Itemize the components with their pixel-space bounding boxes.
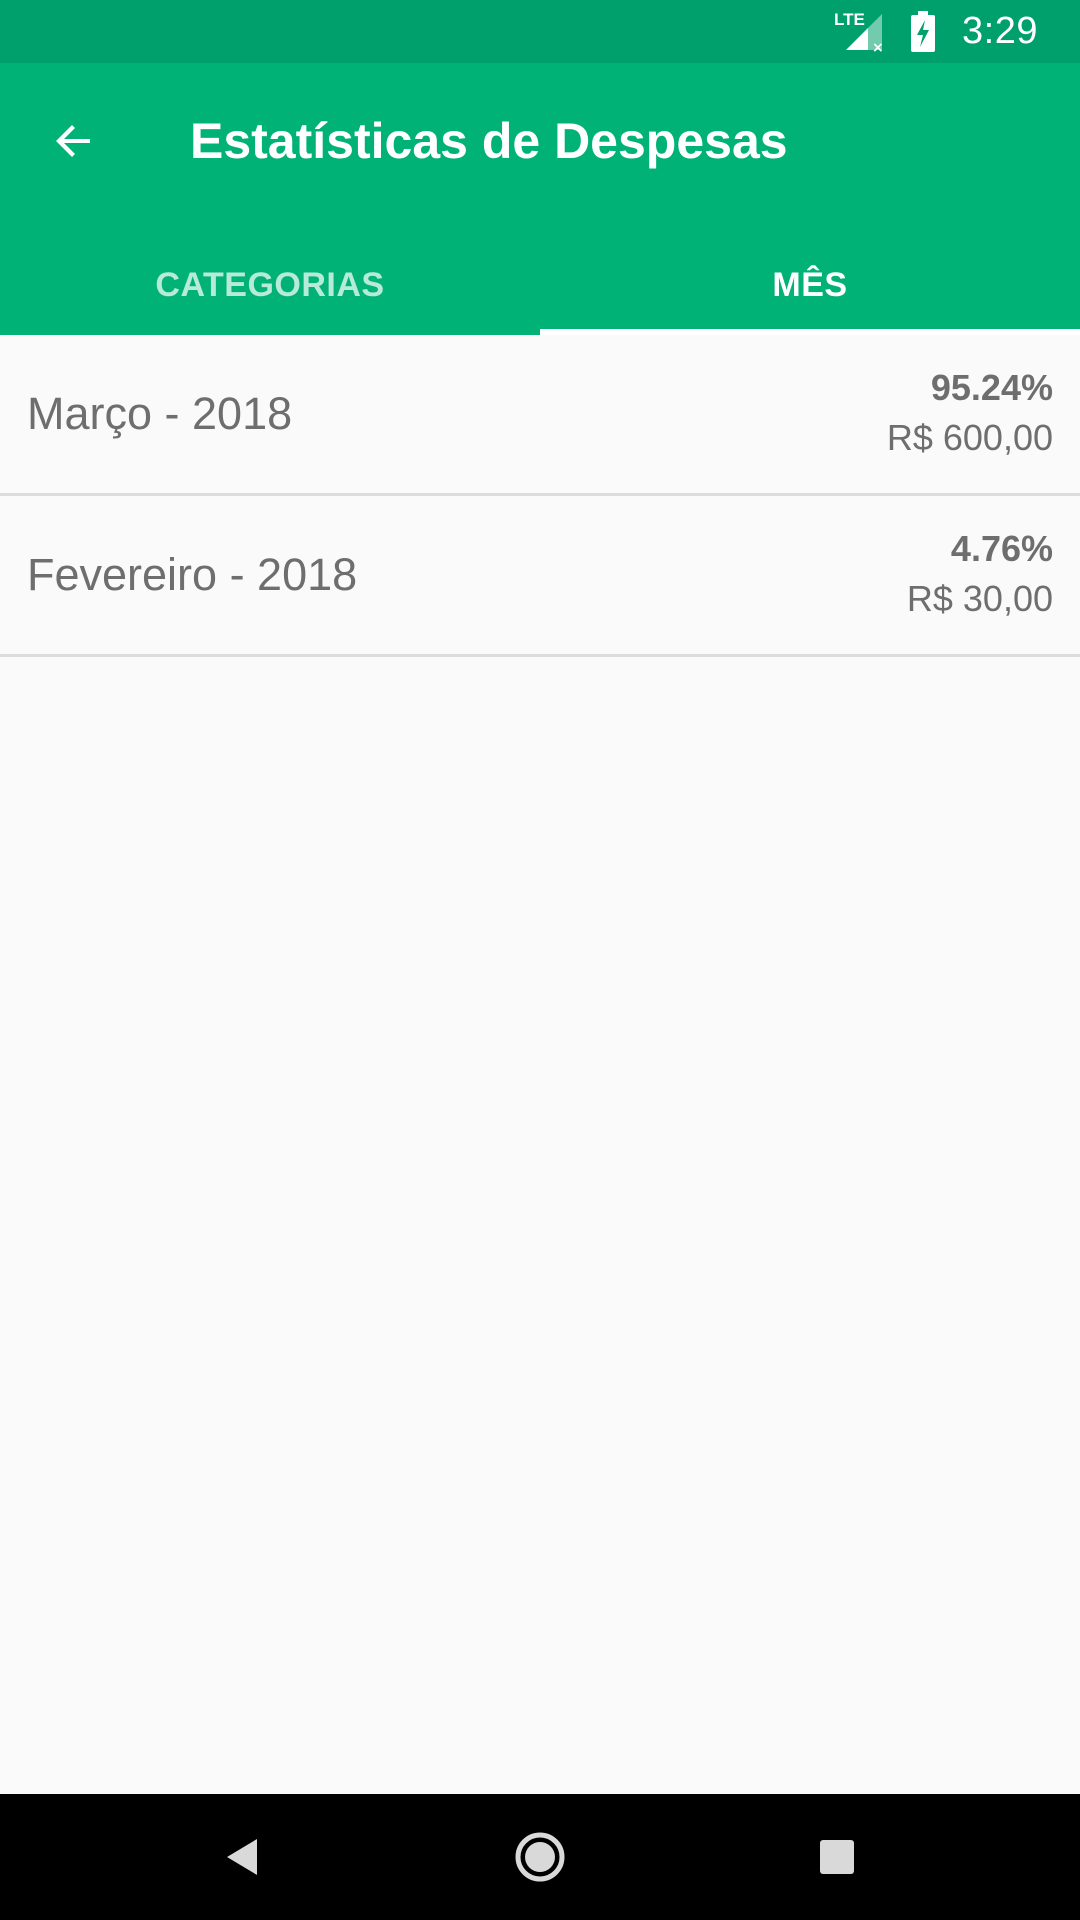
nav-home-button[interactable] bbox=[507, 1824, 573, 1890]
signal-icon: LTE × bbox=[834, 9, 884, 56]
arrow-back-icon bbox=[56, 125, 90, 157]
item-month-label: Fevereiro - 2018 bbox=[27, 549, 358, 600]
list-item[interactable]: Fevereiro - 2018 4.76% R$ 30,00 bbox=[0, 496, 1080, 657]
list-item[interactable]: Março - 2018 95.24% R$ 600,00 bbox=[0, 335, 1080, 496]
page-title: Estatísticas de Despesas bbox=[190, 113, 788, 169]
item-values: 95.24% R$ 600,00 bbox=[887, 364, 1053, 464]
recents-square-icon bbox=[820, 1840, 854, 1874]
nav-back-button[interactable] bbox=[208, 1824, 274, 1890]
home-circle-icon bbox=[515, 1832, 565, 1882]
nav-recents-button[interactable] bbox=[804, 1824, 870, 1890]
tab-mes[interactable]: MÊS bbox=[540, 235, 1080, 335]
item-month-label: Março - 2018 bbox=[27, 388, 293, 439]
navigation-bar bbox=[0, 1794, 1080, 1920]
app-bar: Estatísticas de Despesas CATEGORIAS MÊS bbox=[0, 63, 1080, 335]
tab-categorias[interactable]: CATEGORIAS bbox=[0, 235, 540, 335]
network-type-label: LTE bbox=[834, 9, 865, 29]
status-bar: LTE × 3:29 bbox=[0, 0, 1080, 63]
back-button[interactable] bbox=[40, 107, 108, 175]
item-percent: 95.24% bbox=[930, 367, 1053, 408]
battery-charging-icon bbox=[910, 10, 936, 53]
status-time: 3:29 bbox=[962, 10, 1038, 52]
svg-text:×: × bbox=[872, 40, 884, 54]
item-amount: R$ 600,00 bbox=[886, 417, 1053, 458]
tab-bar: CATEGORIAS MÊS bbox=[0, 235, 1080, 335]
screen: LTE × 3:29 Estatísticas de Despesas CATE… bbox=[0, 0, 1080, 1920]
item-values: 4.76% R$ 30,00 bbox=[907, 525, 1053, 625]
item-percent: 4.76% bbox=[950, 528, 1053, 569]
month-list: Março - 2018 95.24% R$ 600,00 Fevereiro … bbox=[0, 335, 1080, 657]
item-amount: R$ 30,00 bbox=[906, 578, 1053, 619]
back-triangle-icon bbox=[227, 1839, 257, 1875]
